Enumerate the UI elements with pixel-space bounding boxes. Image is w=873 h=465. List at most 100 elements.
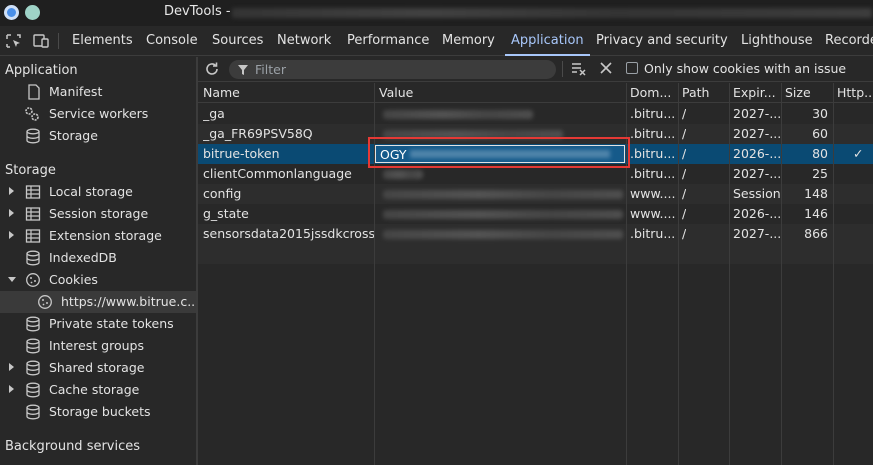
- database-icon: [26, 316, 40, 332]
- sidebar-item-cookies[interactable]: Cookies: [0, 269, 196, 291]
- cell-value-redacted: [383, 170, 423, 179]
- tab-network[interactable]: Network: [277, 26, 331, 56]
- tab-performance[interactable]: Performance: [347, 26, 429, 56]
- window-dot-icon: [25, 5, 40, 20]
- column-header-value[interactable]: Value: [379, 85, 413, 100]
- cell-domain: www....: [630, 206, 676, 221]
- window-title: DevTools -: [164, 4, 231, 19]
- cell-size: 60: [812, 126, 828, 141]
- filter-icon: [238, 65, 248, 75]
- cell-name: config: [203, 186, 242, 201]
- chevron-right-icon[interactable]: [9, 363, 14, 371]
- column-divider[interactable]: [678, 83, 679, 465]
- devtools-tab-bar: Elements Console Sources Network Perform…: [0, 26, 873, 56]
- sidebar-item-shared-storage[interactable]: Shared storage: [0, 357, 196, 379]
- sidebar-item-label: Extension storage: [49, 228, 162, 243]
- application-sidebar: Application Manifest Service workers Sto…: [0, 57, 196, 465]
- cell-path: /: [682, 126, 687, 141]
- sidebar-item-label: Storage buckets: [49, 404, 151, 419]
- tab-privacy-and-security[interactable]: Privacy and security: [596, 26, 728, 56]
- sidebar-item-storage-buckets[interactable]: Storage buckets: [0, 401, 196, 423]
- table-row[interactable]: _ga .bitru... / 2027-... 30: [198, 104, 873, 124]
- cell-domain: www....: [630, 186, 676, 201]
- table-row[interactable]: g_state www.... / 2026-... 146: [198, 204, 873, 224]
- sidebar-item-label: IndexedDB: [49, 250, 117, 265]
- cell-path: /: [682, 206, 687, 221]
- sidebar-item-label: Private state tokens: [49, 316, 174, 331]
- cell-path: /: [682, 186, 687, 201]
- column-header-name[interactable]: Name: [203, 85, 240, 100]
- database-icon: [26, 128, 40, 144]
- tab-memory[interactable]: Memory: [442, 26, 495, 56]
- tab-sources[interactable]: Sources: [212, 26, 263, 56]
- filter-input[interactable]: [255, 60, 545, 79]
- tab-elements[interactable]: Elements: [72, 26, 133, 56]
- chevron-right-icon[interactable]: [9, 385, 14, 393]
- column-header-httponly[interactable]: Http...: [837, 85, 873, 100]
- chevron-right-icon[interactable]: [9, 231, 14, 239]
- column-header-expires[interactable]: Expir...: [733, 85, 776, 100]
- sidebar-item-interest-groups[interactable]: Interest groups: [0, 335, 196, 357]
- cell-size: 146: [804, 206, 828, 221]
- sidebar-item-private-state-tokens[interactable]: Private state tokens: [0, 313, 196, 335]
- file-icon: [28, 84, 40, 100]
- cell-value-redacted: [383, 210, 623, 219]
- sidebar-item-indexeddb[interactable]: IndexedDB: [0, 247, 196, 269]
- chrome-logo-icon: [4, 5, 19, 20]
- sidebar-item-label: Cookies: [49, 272, 98, 287]
- tab-separator: [58, 33, 59, 49]
- sidebar-item-cache-storage[interactable]: Cache storage: [0, 379, 196, 401]
- table-icon: [25, 229, 41, 243]
- cell-path: /: [682, 106, 687, 121]
- empty-row: [198, 244, 873, 264]
- table-row[interactable]: config www.... / Session 148: [198, 184, 873, 204]
- table-header: Name Value Dom... Path Expir... Size Htt…: [198, 83, 873, 103]
- column-divider[interactable]: [781, 83, 782, 465]
- column-header-size[interactable]: Size: [785, 85, 811, 100]
- cell-expires: Session: [733, 186, 781, 201]
- tab-recorder[interactable]: Recorder: [825, 26, 873, 56]
- cell-expires: 2027-...: [733, 166, 782, 181]
- cell-expires: 2026-...: [733, 206, 782, 221]
- sidebar-item-label: Interest groups: [49, 338, 144, 353]
- gears-icon: [25, 107, 39, 121]
- delete-selected-icon[interactable]: [599, 61, 613, 75]
- cell-name: _ga_FR69PSV58Q: [203, 126, 313, 141]
- only-issues-checkbox[interactable]: [626, 62, 638, 74]
- cell-expires: 2026-...: [733, 146, 782, 161]
- tab-console[interactable]: Console: [146, 26, 198, 56]
- table-row[interactable]: sensorsdata2015jssdkcross .bitru... / 20…: [198, 224, 873, 244]
- cell-value-redacted: [383, 190, 623, 199]
- table-icon: [25, 207, 41, 221]
- chevron-down-icon[interactable]: [8, 277, 16, 282]
- device-toolbar-icon[interactable]: [33, 34, 49, 48]
- httponly-check-icon: ✓: [853, 146, 864, 161]
- sidebar-item-cookie-origin[interactable]: https://www.bitrue.c...: [0, 291, 196, 313]
- cell-name: sensorsdata2015jssdkcross: [203, 226, 375, 241]
- cell-value-redacted: [383, 110, 533, 119]
- clear-all-cookies-icon[interactable]: [571, 61, 587, 77]
- column-divider[interactable]: [729, 83, 730, 465]
- database-icon: [26, 404, 40, 420]
- chevron-right-icon[interactable]: [9, 209, 14, 217]
- column-header-domain[interactable]: Dom...: [630, 85, 671, 100]
- sidebar-item-extension-storage[interactable]: Extension storage: [0, 225, 196, 247]
- only-issues-label: Only show cookies with an issue: [644, 61, 847, 76]
- sidebar-item-storage[interactable]: Storage: [0, 125, 196, 147]
- sidebar-item-local-storage[interactable]: Local storage: [0, 181, 196, 203]
- refresh-icon[interactable]: [204, 61, 220, 77]
- sidebar-item-label: Local storage: [49, 184, 133, 199]
- chevron-right-icon[interactable]: [9, 187, 14, 195]
- background-services-heading: Background services: [5, 439, 141, 454]
- sidebar-item-manifest[interactable]: Manifest: [0, 81, 196, 103]
- tab-lighthouse[interactable]: Lighthouse: [741, 26, 813, 56]
- cookies-toolbar: Only show cookies with an issue: [198, 57, 873, 82]
- sidebar-item-service-workers[interactable]: Service workers: [0, 103, 196, 125]
- inspect-element-icon[interactable]: [6, 34, 22, 48]
- column-header-path[interactable]: Path: [682, 85, 709, 100]
- tab-application[interactable]: Application: [505, 26, 590, 56]
- filter-field[interactable]: [229, 60, 556, 79]
- cell-size: 80: [812, 146, 828, 161]
- sidebar-item-session-storage[interactable]: Session storage: [0, 203, 196, 225]
- column-divider[interactable]: [833, 83, 834, 465]
